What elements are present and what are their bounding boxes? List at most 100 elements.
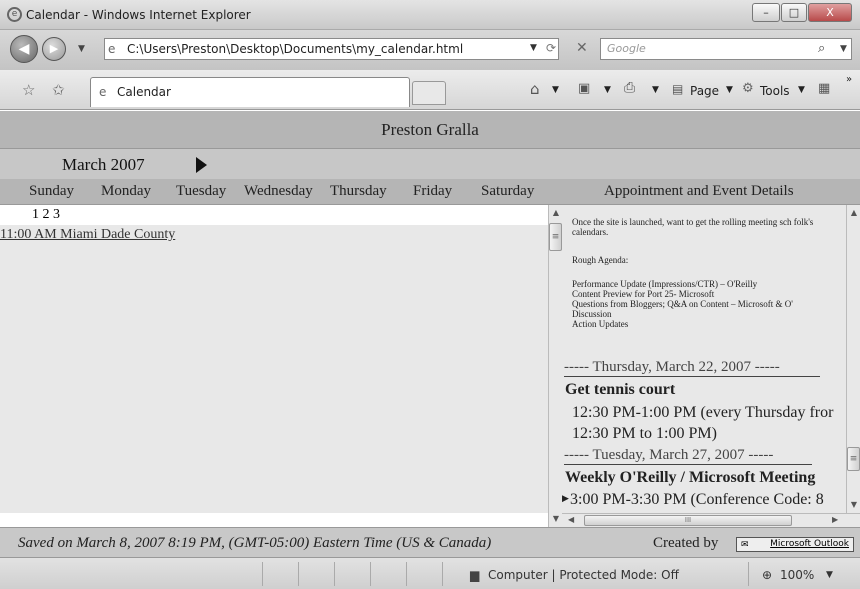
event-title: Weekly O'Reilly / Microsoft Meeting bbox=[565, 469, 816, 486]
agenda-item: Discussion bbox=[572, 309, 612, 319]
scroll-thumb[interactable]: ≡ bbox=[847, 447, 860, 471]
event-title: Get tennis court bbox=[565, 381, 676, 398]
status-divider bbox=[370, 562, 371, 586]
print-dropdown-icon[interactable]: ▼ bbox=[652, 85, 659, 95]
day-friday: Friday bbox=[413, 183, 453, 199]
calendar-grid: 1 2 3 11:00 AM Miami Dade County bbox=[0, 205, 548, 513]
home-icon[interactable]: ⌂ bbox=[530, 80, 540, 98]
search-icon[interactable]: ⌕ bbox=[818, 41, 825, 56]
feeds-dropdown-icon[interactable]: ▼ bbox=[604, 85, 611, 95]
favorites-star-icon[interactable]: ☆ bbox=[22, 81, 35, 99]
outlook-link[interactable]: ✉ Microsoft Outlook bbox=[736, 537, 854, 552]
stop-icon[interactable]: ✕ bbox=[576, 40, 588, 56]
status-divider bbox=[748, 562, 749, 586]
status-divider bbox=[334, 562, 335, 586]
zoom-dropdown-icon[interactable]: ▼ bbox=[826, 570, 833, 580]
scroll-up-icon[interactable]: ▲ bbox=[549, 207, 563, 219]
address-toolbar: ◀ ▶ ▼ C:\Users\Preston\Desktop\Documents… bbox=[0, 30, 860, 70]
add-favorites-icon[interactable]: ✩ bbox=[52, 81, 65, 99]
page-icon: e bbox=[108, 42, 116, 56]
feeds-icon[interactable]: ▣ bbox=[578, 81, 590, 96]
command-bar: ☆ ✩ e Calendar ⌂ ▼ ▣ ▼ ⎙ ▼ ▤ Page ▼ ⚙ To… bbox=[0, 70, 860, 110]
ie-logo-icon: e bbox=[7, 7, 22, 22]
event-time: 12:30 PM to 1:00 PM) bbox=[572, 425, 717, 442]
status-divider bbox=[406, 562, 407, 586]
day-sunday: Sunday bbox=[29, 183, 74, 199]
home-dropdown-icon[interactable]: ▼ bbox=[552, 85, 559, 95]
zoom-icon: ⊕ bbox=[762, 568, 773, 582]
close-button[interactable]: X bbox=[808, 3, 852, 22]
title-bar: e Calendar - Windows Internet Explorer –… bbox=[0, 0, 860, 30]
details-hscrollbar[interactable]: ◀ III ▶ bbox=[562, 513, 860, 527]
zoom-level[interactable]: 100% bbox=[780, 568, 814, 582]
next-month-arrow-icon[interactable] bbox=[196, 157, 208, 173]
agenda-item: Content Preview for Port 25- Microsoft bbox=[572, 289, 715, 299]
research-icon[interactable]: ▦ bbox=[818, 81, 830, 96]
tab-calendar[interactable]: e Calendar bbox=[90, 77, 410, 107]
computer-icon: ▆ bbox=[470, 568, 480, 582]
month-row: March 2007 bbox=[0, 149, 860, 179]
row-marker-icon: ▶ bbox=[562, 493, 569, 503]
day-thursday: Thursday bbox=[330, 183, 387, 199]
tools-dropdown-icon[interactable]: ▼ bbox=[798, 85, 805, 95]
created-by-label: Created by bbox=[653, 535, 719, 551]
outlook-icon: ✉ bbox=[741, 540, 749, 550]
day-tuesday: Tuesday bbox=[176, 183, 227, 199]
details-scrollbar[interactable]: ▲ ≡ ▼ bbox=[846, 205, 860, 513]
scroll-down-icon[interactable]: ▼ bbox=[549, 513, 563, 525]
page-dropdown-icon[interactable]: ▼ bbox=[726, 85, 733, 95]
status-divider bbox=[298, 562, 299, 586]
dates-line: 1 2 3 bbox=[0, 205, 548, 225]
details-intro: Once the site is launched, want to get t… bbox=[572, 217, 814, 237]
month-title: March 2007 bbox=[62, 155, 145, 174]
weekday-header-row: Sunday Monday Tuesday Wednesday Thursday… bbox=[0, 179, 860, 205]
more-chevron-icon[interactable]: » bbox=[846, 74, 852, 85]
event-details-pane: Once the site is launched, want to get t… bbox=[562, 205, 846, 513]
new-tab-button[interactable] bbox=[412, 81, 446, 105]
scroll-left-icon[interactable]: ◀ bbox=[568, 515, 574, 524]
url-field[interactable]: C:\Users\Preston\Desktop\Documents\my_ca… bbox=[104, 38, 559, 60]
search-field[interactable]: Google bbox=[600, 38, 852, 60]
agenda-item: Questions from Bloggers; Q&A on Content … bbox=[572, 299, 793, 309]
maximize-button[interactable]: □ bbox=[781, 3, 807, 22]
forward-button[interactable]: ▶ bbox=[42, 37, 66, 61]
refresh-icon[interactable]: ⟳ bbox=[546, 41, 556, 55]
security-zone[interactable]: Computer | Protected Mode: Off bbox=[488, 568, 679, 582]
status-divider bbox=[262, 562, 263, 586]
scroll-right-icon[interactable]: ▶ bbox=[832, 515, 838, 524]
agenda-item: Action Updates bbox=[572, 319, 629, 329]
print-icon[interactable]: ⎙ bbox=[624, 80, 635, 96]
event-link[interactable]: 11:00 AM Miami Dade County bbox=[0, 227, 175, 243]
calendar-owner-header: Preston Gralla bbox=[0, 111, 860, 149]
calendar-footer: Saved on March 8, 2007 8:19 PM, (GMT-05:… bbox=[0, 527, 860, 557]
gear-icon: ⚙ bbox=[742, 81, 754, 96]
recent-pages-dropdown-icon[interactable]: ▼ bbox=[78, 44, 85, 54]
url-dropdown-icon[interactable]: ▼ bbox=[530, 43, 537, 53]
date-separator: ----- Tuesday, March 27, 2007 ----- bbox=[564, 447, 812, 465]
saved-timestamp: Saved on March 8, 2007 8:19 PM, (GMT-05:… bbox=[18, 535, 492, 551]
outlook-link-label: Microsoft Outlook bbox=[770, 539, 849, 549]
search-dropdown-icon[interactable]: ▼ bbox=[840, 44, 847, 54]
page-menu-icon: ▤ bbox=[672, 82, 684, 96]
page-menu[interactable]: Page bbox=[690, 84, 719, 98]
agenda-title: Rough Agenda: bbox=[572, 255, 629, 265]
day-monday: Monday bbox=[101, 183, 151, 199]
status-divider bbox=[442, 562, 443, 586]
scroll-up-icon[interactable]: ▲ bbox=[847, 207, 860, 219]
scroll-thumb[interactable]: ≡ bbox=[549, 223, 562, 251]
event-time: 3:00 PM-3:30 PM (Conference Code: 8 bbox=[570, 491, 824, 508]
event-time: 12:30 PM-1:00 PM (every Thursday fror bbox=[572, 404, 834, 421]
day-wednesday: Wednesday bbox=[244, 183, 313, 199]
day-saturday: Saturday bbox=[481, 183, 535, 199]
tools-menu[interactable]: Tools bbox=[760, 84, 790, 98]
calendar-scrollbar[interactable]: ▲ ≡ ▼ bbox=[548, 205, 562, 527]
tab-page-icon: e bbox=[99, 85, 107, 99]
scroll-down-icon[interactable]: ▼ bbox=[847, 499, 860, 511]
window-title: Calendar - Windows Internet Explorer bbox=[26, 8, 251, 22]
back-button[interactable]: ◀ bbox=[10, 35, 38, 63]
hscroll-thumb[interactable]: III bbox=[584, 515, 792, 526]
minimize-button[interactable]: – bbox=[752, 3, 780, 22]
agenda-item: Performance Update (Impressions/CTR) – O… bbox=[572, 279, 758, 289]
details-header: Appointment and Event Details bbox=[604, 183, 794, 199]
status-bar: ▆ Computer | Protected Mode: Off ⊕ 100% … bbox=[0, 557, 860, 589]
